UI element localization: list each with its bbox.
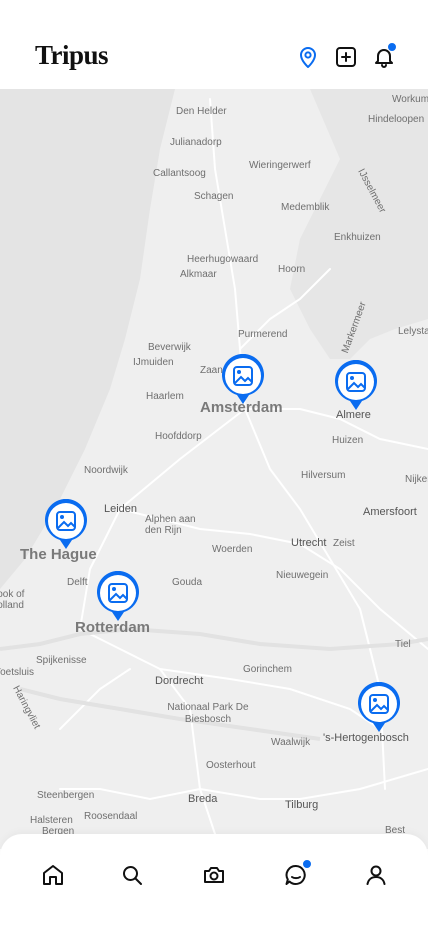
message-badge — [302, 859, 312, 869]
bell-icon[interactable] — [371, 42, 397, 70]
image-pin-icon — [222, 353, 264, 404]
place-label: Oosterhout — [206, 760, 256, 771]
place-label: Lelystad — [398, 326, 428, 337]
place-label: Steenbergen — [37, 790, 95, 801]
place-label: Gorinchem — [243, 664, 292, 675]
place-label: Huizen — [332, 435, 364, 446]
place-label: Delft — [67, 577, 88, 588]
place-label: Utrecht — [291, 537, 327, 549]
place-label: Purmerend — [238, 329, 288, 340]
bottom-nav — [0, 834, 428, 926]
image-pin-icon — [358, 681, 400, 732]
image-pin-icon — [97, 570, 139, 621]
place-label: Enkhuizen — [334, 232, 381, 243]
place-label: Dordrecht — [155, 675, 204, 687]
search-icon[interactable] — [119, 862, 145, 888]
place-label: Workum — [392, 94, 428, 105]
place-label: Nieuwegein — [276, 570, 329, 581]
place-label: Callantsoog — [153, 168, 206, 179]
photo-pin-almere[interactable] — [333, 359, 379, 412]
place-label: Voetsluis — [0, 667, 35, 678]
place-label: Hindeloopen — [368, 114, 425, 125]
image-pin-icon — [45, 498, 87, 549]
place-label: Schagen — [194, 191, 234, 202]
home-icon[interactable] — [40, 862, 66, 888]
place-label: Nationaal Park De Biesbosch — [167, 702, 249, 725]
place-label: Beverwijk — [148, 342, 191, 353]
place-label: Leiden — [104, 503, 138, 515]
place-label: Heerhugowaard — [187, 254, 259, 265]
place-label: Gouda — [172, 577, 203, 588]
notification-dot — [387, 42, 397, 52]
user-icon[interactable] — [363, 862, 389, 888]
place-label: Waalwijk — [271, 737, 311, 748]
map-view[interactable]: Den Helder Julianadorp Callantsoog Schag… — [0, 89, 428, 849]
app-logo: Tripus — [35, 40, 109, 70]
place-label: Roosendaal — [84, 811, 138, 822]
photo-pin-rotterdam[interactable] — [95, 570, 141, 623]
place-label: Woerden — [212, 544, 253, 555]
camera-icon[interactable] — [201, 862, 227, 888]
photo-pin-the-hague[interactable] — [43, 498, 89, 551]
place-label: Haarlem — [146, 391, 184, 402]
add-post-icon[interactable] — [333, 44, 359, 70]
place-label: Zeist — [333, 538, 355, 549]
chat-icon[interactable] — [283, 859, 312, 888]
place-label: Breda — [188, 793, 218, 805]
image-pin-icon — [335, 359, 377, 410]
place-label: IJmuiden — [133, 357, 174, 368]
place-label: Den Helder — [176, 106, 227, 117]
place-label: Tiel — [395, 639, 411, 650]
place-label: Wieringerwerf — [249, 160, 311, 171]
place-label: Hilversum — [301, 470, 346, 481]
photo-pin-s-hertogenbosch[interactable] — [356, 681, 402, 734]
place-label: Amersfoort — [363, 506, 417, 518]
place-label: Halsteren — [30, 815, 73, 826]
place-label: Alkmaar — [180, 269, 217, 280]
place-label: Medemblik — [281, 202, 330, 213]
place-label: Spijkenisse — [36, 655, 87, 666]
place-label: Hook of Holland — [0, 589, 25, 611]
place-label: Hoofddorp — [155, 431, 202, 442]
photo-pin-amsterdam[interactable] — [220, 353, 266, 406]
place-label: Tilburg — [285, 799, 319, 811]
place-label: Nijkerk — [405, 474, 428, 485]
place-label: Noordwijk — [84, 465, 128, 476]
place-label: Hoorn — [278, 264, 306, 275]
place-label: Alphen aan den Rijn — [145, 514, 196, 536]
top-bar: Tripus — [0, 0, 428, 89]
map-pin-icon[interactable] — [295, 44, 321, 70]
place-label: Julianadorp — [170, 137, 222, 148]
